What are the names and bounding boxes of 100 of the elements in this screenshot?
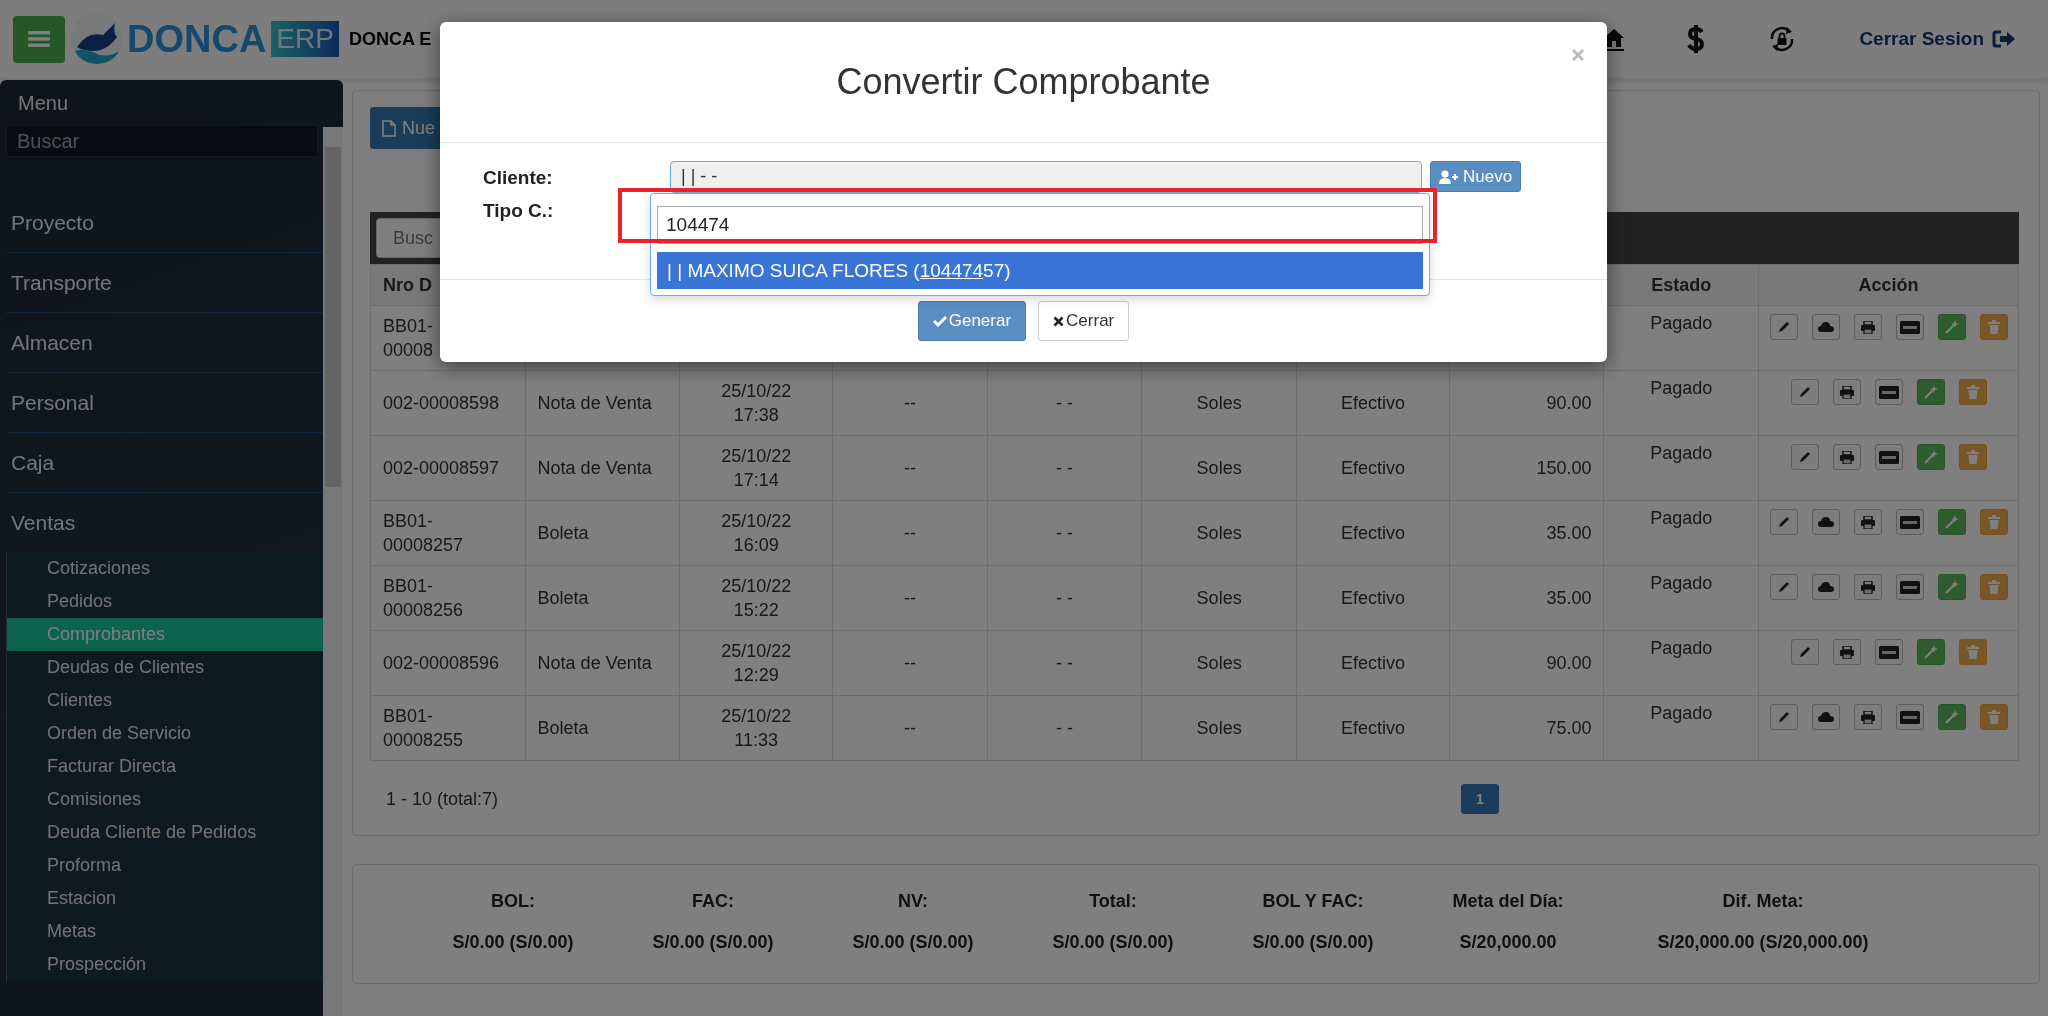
wand-icon — [1944, 515, 1959, 529]
submenu-item[interactable]: Deuda Cliente de Pedidos — [7, 816, 323, 849]
card-icon — [1878, 385, 1899, 399]
submenu-item[interactable]: Orden de Servicio — [7, 717, 323, 750]
submenu-item[interactable]: Deudas de Clientes — [7, 651, 323, 684]
card-button[interactable] — [1874, 639, 1903, 665]
generate-button[interactable]: Generar — [917, 301, 1027, 341]
page-button[interactable]: 1 — [1461, 784, 1499, 814]
summary-label: BOL Y FAC: — [1262, 891, 1364, 912]
scrollbar[interactable] — [323, 127, 343, 1016]
menu-item[interactable]: Ventas — [6, 493, 323, 552]
menu-icon — [28, 30, 50, 48]
table-cell: Efectivo — [1296, 370, 1450, 436]
printer-button[interactable] — [1832, 639, 1861, 665]
submenu-item[interactable]: Comprobantes — [7, 618, 323, 651]
table-cell: Pagado — [1603, 500, 1759, 566]
pencil-button[interactable] — [1769, 509, 1798, 535]
table-cell: 002-00008596 — [370, 630, 526, 696]
sign-out-icon — [1992, 29, 2016, 49]
table-cell: - - — [987, 370, 1142, 436]
pencil-button[interactable] — [1790, 379, 1819, 405]
card-button[interactable] — [1895, 704, 1924, 730]
submenu-item[interactable]: Cotizaciones — [7, 552, 323, 585]
printer-icon — [1860, 320, 1875, 334]
submenu-item[interactable]: Clientes — [7, 684, 323, 717]
menu-search-field[interactable]: Buscar — [6, 125, 318, 157]
submenu-item[interactable]: Comisiones — [7, 783, 323, 816]
table-cell: Efectivo — [1296, 695, 1450, 761]
pencil-icon — [1777, 711, 1790, 723]
printer-button[interactable] — [1853, 574, 1882, 600]
table-cell: -- — [832, 435, 988, 501]
card-icon — [1878, 450, 1899, 464]
table-cell: BB01- 00008255 — [370, 695, 526, 761]
printer-icon — [1860, 580, 1875, 594]
table-cell: - - — [987, 435, 1142, 501]
summary-value: S/20,000.00 — [1459, 932, 1557, 953]
company-name: DONCA E — [348, 28, 432, 50]
summary-label: Meta del Día: — [1452, 891, 1564, 912]
record-count: 1 - 10 (total:7) — [386, 788, 499, 810]
submenu-item[interactable]: Prospección — [7, 948, 323, 981]
cloud-button[interactable] — [1811, 574, 1840, 600]
table-cell: Soles — [1141, 565, 1297, 631]
table-cell: Soles — [1141, 435, 1297, 501]
table-cell: Nota de Venta — [525, 370, 680, 436]
submenu-item[interactable]: Proforma — [7, 849, 323, 882]
table-cell: Nota de Venta — [525, 630, 680, 696]
card-icon — [1899, 320, 1920, 334]
printer-icon — [1839, 450, 1854, 464]
table-cell: 150.00 — [1449, 435, 1604, 501]
printer-button[interactable] — [1853, 314, 1882, 340]
table-cell: Soles — [1141, 695, 1297, 761]
printer-button[interactable] — [1853, 704, 1882, 730]
card-icon — [1878, 645, 1899, 659]
cloud-button[interactable] — [1811, 704, 1840, 730]
dollar-icon[interactable] — [1687, 25, 1706, 53]
whale-logo-icon — [71, 13, 123, 65]
submenu-item[interactable]: Pedidos — [7, 585, 323, 618]
trash-icon — [1966, 450, 1979, 464]
pencil-button[interactable] — [1769, 314, 1798, 340]
table-cell: -- — [832, 370, 988, 436]
printer-button[interactable] — [1832, 444, 1861, 470]
printer-button[interactable] — [1853, 509, 1882, 535]
close-button[interactable]: Cerrar — [1038, 301, 1130, 341]
table-cell: Boleta — [525, 695, 680, 761]
cloud-button[interactable] — [1811, 509, 1840, 535]
card-button[interactable] — [1895, 509, 1924, 535]
printer-button[interactable] — [1832, 379, 1861, 405]
pencil-button[interactable] — [1790, 639, 1819, 665]
card-button[interactable] — [1895, 574, 1924, 600]
pencil-button[interactable] — [1769, 574, 1798, 600]
new-client-button[interactable]: Nuevo — [1430, 161, 1522, 192]
summary-value: S/0.00 (S/0.00) — [1052, 932, 1174, 953]
table-cell: 35.00 — [1449, 565, 1604, 631]
table-cell: Efectivo — [1296, 435, 1450, 501]
printer-icon — [1839, 645, 1854, 659]
table-cell: Pagado — [1603, 435, 1759, 501]
table-cell: - - — [987, 565, 1142, 631]
table-cell: -- — [832, 630, 988, 696]
logo-wordmark: DONCA — [127, 17, 267, 61]
wand-icon — [1944, 580, 1959, 594]
summary-label: Total: — [1089, 891, 1137, 912]
submenu-item[interactable]: Facturar Directa — [7, 750, 323, 783]
table-cell: BB01- 00008257 — [370, 500, 526, 566]
card-button[interactable] — [1874, 444, 1903, 470]
card-button[interactable] — [1874, 379, 1903, 405]
field-label: Tipo C.: — [483, 199, 555, 222]
submenu-item[interactable]: Metas — [7, 915, 323, 948]
pencil-button[interactable] — [1790, 444, 1819, 470]
pencil-icon — [1798, 646, 1811, 658]
logout-link[interactable]: Cerrar Sesion — [1859, 28, 2016, 50]
summary-value: S/0.00 (S/0.00) — [1252, 932, 1374, 953]
summary-label: NV: — [898, 891, 928, 912]
summary-label: Dif. Meta: — [1722, 891, 1804, 912]
submenu-item[interactable]: Estacion — [7, 882, 323, 915]
dropdown-option[interactable]: | | MAXIMO SUICA FLORES (10447457) — [657, 252, 1423, 289]
file-icon — [382, 119, 396, 137]
card-button[interactable] — [1895, 314, 1924, 340]
pencil-button[interactable] — [1769, 704, 1798, 730]
trash-icon — [1987, 580, 2000, 594]
cloud-button[interactable] — [1811, 314, 1840, 340]
